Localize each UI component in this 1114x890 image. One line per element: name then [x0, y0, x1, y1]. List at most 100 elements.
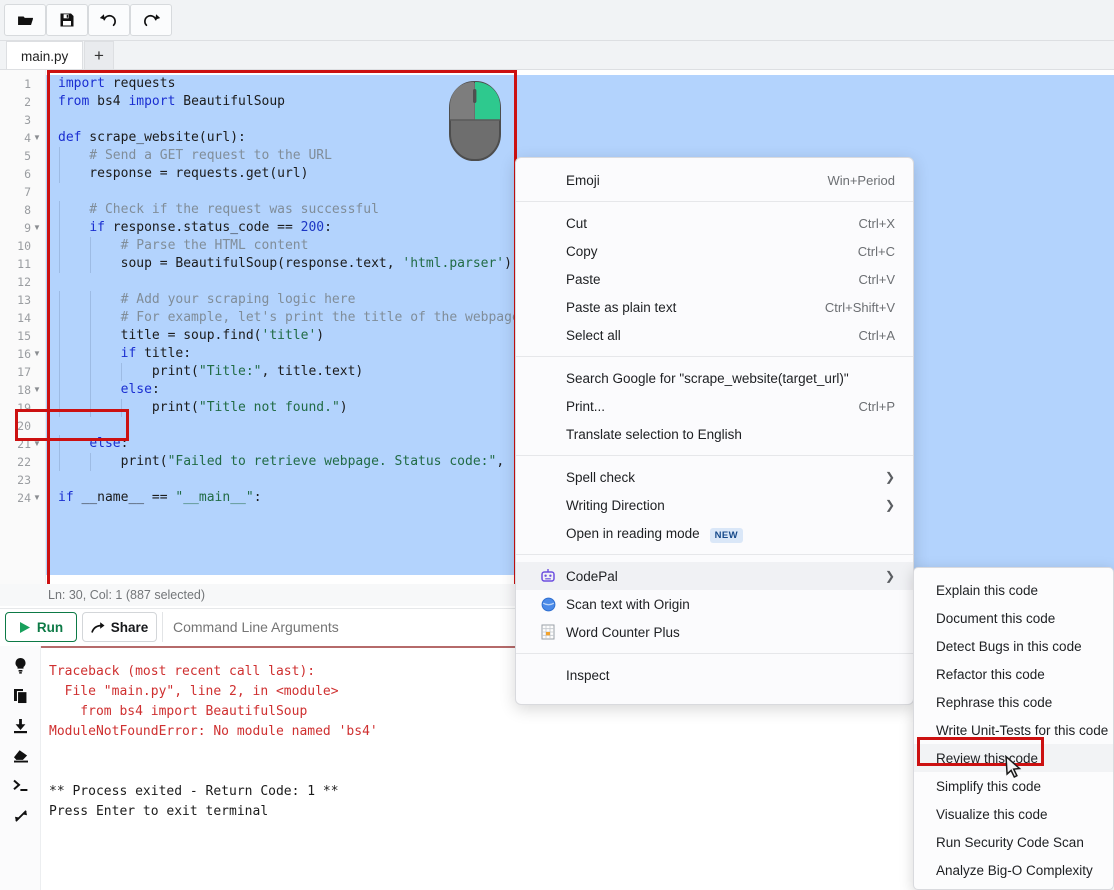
menu-separator [516, 455, 913, 456]
expand-arrows-icon[interactable] [7, 802, 34, 829]
submenu-item-rephrase-this-code[interactable]: Rephrase this code [914, 688, 1113, 716]
submenu-item-explain-this-code[interactable]: Explain this code [914, 576, 1113, 604]
menu-item-translate-selection-to-english[interactable]: Translate selection to English [516, 420, 913, 448]
origin-circle-icon [541, 597, 555, 611]
word-counter-grid-icon [541, 624, 555, 640]
fold-toggle-icon[interactable]: ▼ [33, 489, 41, 507]
menu-item-paste[interactable]: Paste Ctrl+V [516, 265, 913, 293]
code-line: soup = BeautifulSoup(response.text, 'htm… [58, 256, 512, 271]
menu-item-writing-direction[interactable]: Writing Direction ❯ [516, 491, 913, 519]
fold-toggle-icon[interactable]: ▼ [33, 435, 41, 453]
indent-guide [89, 327, 91, 345]
indent-guide [89, 381, 91, 399]
word-counter-grid-icon [540, 624, 556, 640]
top-toolbar [0, 0, 1114, 41]
add-tab-button[interactable]: + [84, 41, 114, 70]
menu-item-label: Writing Direction [566, 497, 665, 513]
copy-icon[interactable] [7, 682, 34, 709]
menu-item-open-in-reading-mode[interactable]: Open in reading mode NEW [516, 519, 913, 547]
submenu-item-document-this-code[interactable]: Document this code [914, 604, 1113, 632]
line-number: 15 [17, 329, 31, 343]
share-button[interactable]: Share [82, 612, 157, 642]
menu-item-inspect[interactable]: Inspect [516, 661, 913, 689]
fold-toggle-icon[interactable]: ▼ [33, 345, 41, 363]
line-number: 8 [24, 203, 31, 217]
code-line: else: [89, 436, 129, 451]
indent-guide [89, 453, 91, 471]
fold-toggle-icon[interactable]: ▼ [33, 129, 41, 147]
indent-guide [58, 435, 60, 453]
chevron-right-icon: ❯ [884, 569, 895, 583]
menu-separator [516, 201, 913, 202]
menu-item-paste-as-plain-text[interactable]: Paste as plain text Ctrl+Shift+V [516, 293, 913, 321]
cursor-position-text: Ln: 30, Col: 1 (887 selected) [48, 588, 206, 602]
undo-arrow-icon [100, 14, 116, 27]
browser-context-menu[interactable]: Emoji Win+Period Cut Ctrl+X Copy Ctrl+C Paste C… [515, 157, 914, 705]
menu-item-shortcut: Ctrl+C [857, 243, 895, 259]
terminal-prompt-icon[interactable] [7, 772, 34, 799]
open-file-button[interactable] [4, 4, 46, 36]
submenu-item-write-unit-tests-for-this-code[interactable]: Write Unit-Tests for this code [914, 716, 1113, 744]
line-number: 23 [17, 473, 31, 487]
menu-item-copy[interactable]: Copy Ctrl+C [516, 237, 913, 265]
line-number: 19 [17, 401, 31, 415]
code-line: def scrape_website(url): [58, 130, 246, 145]
undo-button[interactable] [88, 4, 130, 36]
line-number: 9 [24, 221, 31, 235]
submenu-item-label: Visualize this code [936, 806, 1048, 822]
menu-item-scan-text-with-origin[interactable]: Scan text with Origin [516, 590, 913, 618]
redo-button[interactable] [130, 4, 172, 36]
code-line: title = soup.find('title') [58, 328, 325, 343]
share-label: Share [110, 619, 149, 635]
code-line: from bs4 import BeautifulSoup [58, 94, 285, 109]
lightbulb-icon[interactable] [7, 652, 34, 679]
origin-circle-icon [540, 596, 556, 612]
download-icon[interactable] [7, 712, 34, 739]
menu-item-emoji[interactable]: Emoji Win+Period [516, 166, 913, 194]
submenu-item-refactor-this-code[interactable]: Refactor this code [914, 660, 1113, 688]
line-number: 16 [17, 347, 31, 361]
line-number: 24 [17, 491, 31, 505]
run-button[interactable]: Run [5, 612, 77, 642]
tab-main-py[interactable]: main.py [6, 41, 84, 70]
indent-guide [58, 219, 60, 237]
clear-eraser-icon[interactable] [7, 742, 34, 769]
fold-toggle-icon[interactable]: ▼ [33, 219, 41, 237]
code-line: # Check if the request was successful [58, 202, 379, 217]
indent-guide [58, 255, 60, 273]
submenu-item-visualize-this-code[interactable]: Visualize this code [914, 800, 1113, 828]
menu-item-print[interactable]: Print... Ctrl+P [516, 392, 913, 420]
indent-guide [89, 309, 91, 327]
menu-item-label: Inspect [566, 667, 610, 683]
submenu-item-analyze-big-o-complexity[interactable]: Analyze Big-O Complexity [914, 856, 1113, 884]
indent-guide [58, 399, 60, 417]
save-file-button[interactable] [46, 4, 88, 36]
menu-item-search-google-for-scrape-website-target-url[interactable]: Search Google for "scrape_website(target… [516, 364, 913, 392]
indent-guide [58, 453, 60, 471]
line-number: 22 [17, 455, 31, 469]
indent-guide [58, 237, 60, 255]
menu-item-select-all[interactable]: Select all Ctrl+A [516, 321, 913, 349]
menu-item-codepal[interactable]: CodePal ❯ [516, 562, 913, 590]
menu-item-label: Cut [566, 215, 588, 231]
menu-item-cut[interactable]: Cut Ctrl+X [516, 209, 913, 237]
share-arrow-icon [90, 621, 105, 633]
run-label: Run [36, 619, 64, 635]
save-disk-icon [60, 13, 74, 27]
line-number: 13 [17, 293, 31, 307]
fold-toggle-icon[interactable]: ▼ [33, 381, 41, 399]
menu-item-shortcut: Ctrl+X [858, 215, 895, 231]
codepal-robot-icon [540, 568, 556, 584]
menu-item-word-counter-plus[interactable]: Word Counter Plus [516, 618, 913, 646]
codepal-submenu[interactable]: Explain this code Document this code Detec… [913, 567, 1114, 890]
indent-guide [89, 399, 91, 417]
line-number: 2 [24, 95, 31, 109]
code-line: print("Title not found.") [58, 400, 348, 415]
menu-separator [516, 653, 913, 654]
submenu-item-run-security-code-scan[interactable]: Run Security Code Scan [914, 828, 1113, 856]
line-number: 5 [24, 149, 31, 163]
menu-item-spell-check[interactable]: Spell check ❯ [516, 463, 913, 491]
submenu-item-detect-bugs-in-this-code[interactable]: Detect Bugs in this code [914, 632, 1113, 660]
menu-item-shortcut: Ctrl+V [858, 271, 895, 287]
plus-icon: + [94, 46, 104, 65]
